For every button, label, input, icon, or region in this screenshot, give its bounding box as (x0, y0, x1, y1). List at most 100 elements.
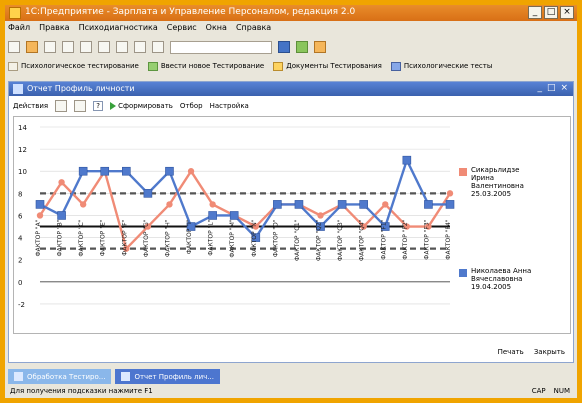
report-title-bar: Отчет Профиль личности _ □ × (9, 82, 573, 96)
task-personality-profile-report[interactable]: Отчет Профиль лич... (115, 369, 220, 384)
window-title: 1С:Предприятие - Зарплата и Управление П… (25, 7, 356, 17)
1c-logo-icon (9, 7, 21, 19)
new-testing-icon (147, 61, 158, 71)
x-category-label: ФАКТОР "M" (229, 219, 236, 257)
series-1-point (58, 179, 65, 186)
cut-icon[interactable] (62, 41, 74, 53)
menu-help[interactable]: Справка (236, 23, 271, 37)
tests-icon (390, 61, 401, 71)
report-minimize-button[interactable]: _ (537, 83, 542, 93)
series-2-point (294, 200, 304, 209)
generate-button[interactable]: Сформировать (110, 102, 173, 110)
menu-psychodiagnostics[interactable]: Психодиагностика (79, 23, 158, 37)
x-category-label: ФАКТОР "Q4" (359, 219, 366, 261)
filter-button[interactable]: Отбор (180, 102, 203, 110)
application-title-bar: 1С:Предприятие - Зарплата и Управление П… (5, 5, 577, 21)
legend-swatch-blue (459, 269, 467, 277)
series-1-point (446, 190, 454, 197)
x-category-label: ФАКТОР "F2" (402, 219, 409, 259)
menu-edit[interactable]: Правка (39, 23, 69, 37)
report-sort-icon[interactable] (74, 100, 87, 112)
print-icon[interactable] (116, 41, 128, 53)
help-icon[interactable]: ? (93, 101, 104, 111)
series-2-point (35, 200, 45, 209)
status-hint: Для получения подсказки нажмите F1 (10, 387, 153, 395)
paste-icon[interactable] (98, 41, 110, 53)
actions-menu[interactable]: Действия (13, 102, 48, 110)
series-1-point (209, 201, 216, 208)
personality-profile-report-window: Отчет Профиль личности _ □ × Действия ? … (8, 81, 574, 363)
open-folder-icon[interactable] (26, 41, 38, 53)
x-category-label: ФАКТОР "N" (251, 219, 258, 257)
series-2-point (445, 200, 455, 209)
y-tick-label: -2 (18, 301, 25, 309)
x-category-label: ФАКТОР "E" (100, 219, 107, 256)
report-icon (13, 84, 23, 94)
report-restore-button[interactable]: □ (547, 83, 556, 93)
psychological-tests-button[interactable]: Психологические тесты (390, 61, 492, 71)
x-category-label: ФАКТОР "F4" (445, 219, 452, 259)
menu-service[interactable]: Сервис (167, 23, 197, 37)
maximize-button[interactable]: □ (544, 6, 558, 19)
series-1-point (166, 201, 173, 208)
save-icon[interactable] (44, 41, 56, 53)
x-category-label: ФАКТОР "O" (272, 219, 279, 257)
x-category-label: ФАКТОР "A" (35, 219, 42, 256)
x-category-label: ФАКТОР "F3" (423, 219, 430, 259)
tools-icon[interactable] (314, 41, 326, 53)
report-bottom-actions: Печать Закрыть (498, 348, 565, 356)
y-tick-label: 4 (18, 235, 23, 243)
series-2-point (424, 200, 433, 209)
x-category-label: ФАКТОР "G" (143, 219, 150, 257)
personality-chart-area: 14 12 10 8 6 4 2 0 -2 ФАКТОР "A" ФАКТОР "B" ФАКТОР … (13, 116, 571, 334)
main-menu: Файл Правка Психодиагностика Сервис Окна… (8, 23, 271, 37)
copy-icon[interactable] (80, 41, 92, 53)
psychology-quick-toolbar: Психологическое тестирование Ввести ново… (8, 58, 574, 74)
report-toolbar: Действия ? Сформировать Отбор Настройка (13, 99, 249, 113)
undo-icon[interactable] (134, 41, 146, 53)
series-1-point (36, 212, 44, 219)
y-tick-label: 10 (18, 168, 27, 176)
calculator-icon[interactable] (296, 41, 308, 53)
task-icon (121, 372, 131, 381)
x-category-label: ФАКТОР "Q2" (316, 219, 323, 261)
series-2-point (143, 189, 153, 198)
minimize-button[interactable]: _ (528, 6, 542, 19)
y-tick-label: 12 (18, 146, 27, 154)
print-button[interactable]: Печать (498, 348, 524, 356)
series-2-point (208, 211, 217, 220)
redo-icon[interactable] (152, 41, 164, 53)
menu-file[interactable]: Файл (8, 23, 30, 37)
menu-windows[interactable]: Окна (206, 23, 227, 37)
close-button[interactable]: × (560, 6, 574, 19)
testing-documents-button[interactable]: Документы Тестирования (273, 61, 382, 71)
series-2-point (337, 200, 347, 209)
new-document-icon[interactable] (8, 41, 20, 53)
psychological-testing-button[interactable]: Психологическое тестирование (8, 61, 139, 71)
report-title: Отчет Профиль личности (27, 84, 135, 93)
num-indicator: NUM (553, 387, 570, 395)
y-tick-label: 0 (18, 279, 22, 287)
task-icon (14, 372, 23, 381)
calendar-icon[interactable] (278, 41, 290, 53)
search-field[interactable] (170, 40, 272, 54)
y-tick-label: 8 (18, 190, 22, 198)
series-1-point (187, 168, 195, 175)
play-icon (110, 102, 117, 110)
x-category-label: ФАКТОР "F1" (380, 219, 387, 259)
x-category-label: ФАКТОР "B" (57, 219, 64, 256)
settings-button[interactable]: Настройка (210, 102, 249, 110)
x-category-label: ФАКТОР "I" (186, 219, 193, 254)
series-2-point (165, 166, 174, 176)
x-category-label: ФАКТОР "C" (78, 219, 85, 256)
y-tick-label: 2 (18, 257, 22, 265)
report-settings-icon[interactable] (55, 100, 68, 112)
new-testing-button[interactable]: Ввести новое Тестирование (147, 61, 264, 71)
close-report-button[interactable]: Закрыть (534, 348, 565, 356)
task-testing-processing[interactable]: Обработка Тестиро... (8, 369, 112, 384)
series-1-point (317, 212, 324, 219)
legend-series-1: Сикарьлидзе Ирина Валентиновна 25.03.200… (459, 166, 557, 206)
series-2-point (100, 166, 110, 176)
legend-series-2: Николаева Анна Вячеславовна 19.04.2005 (459, 267, 557, 307)
report-close-button[interactable]: × (560, 83, 568, 93)
